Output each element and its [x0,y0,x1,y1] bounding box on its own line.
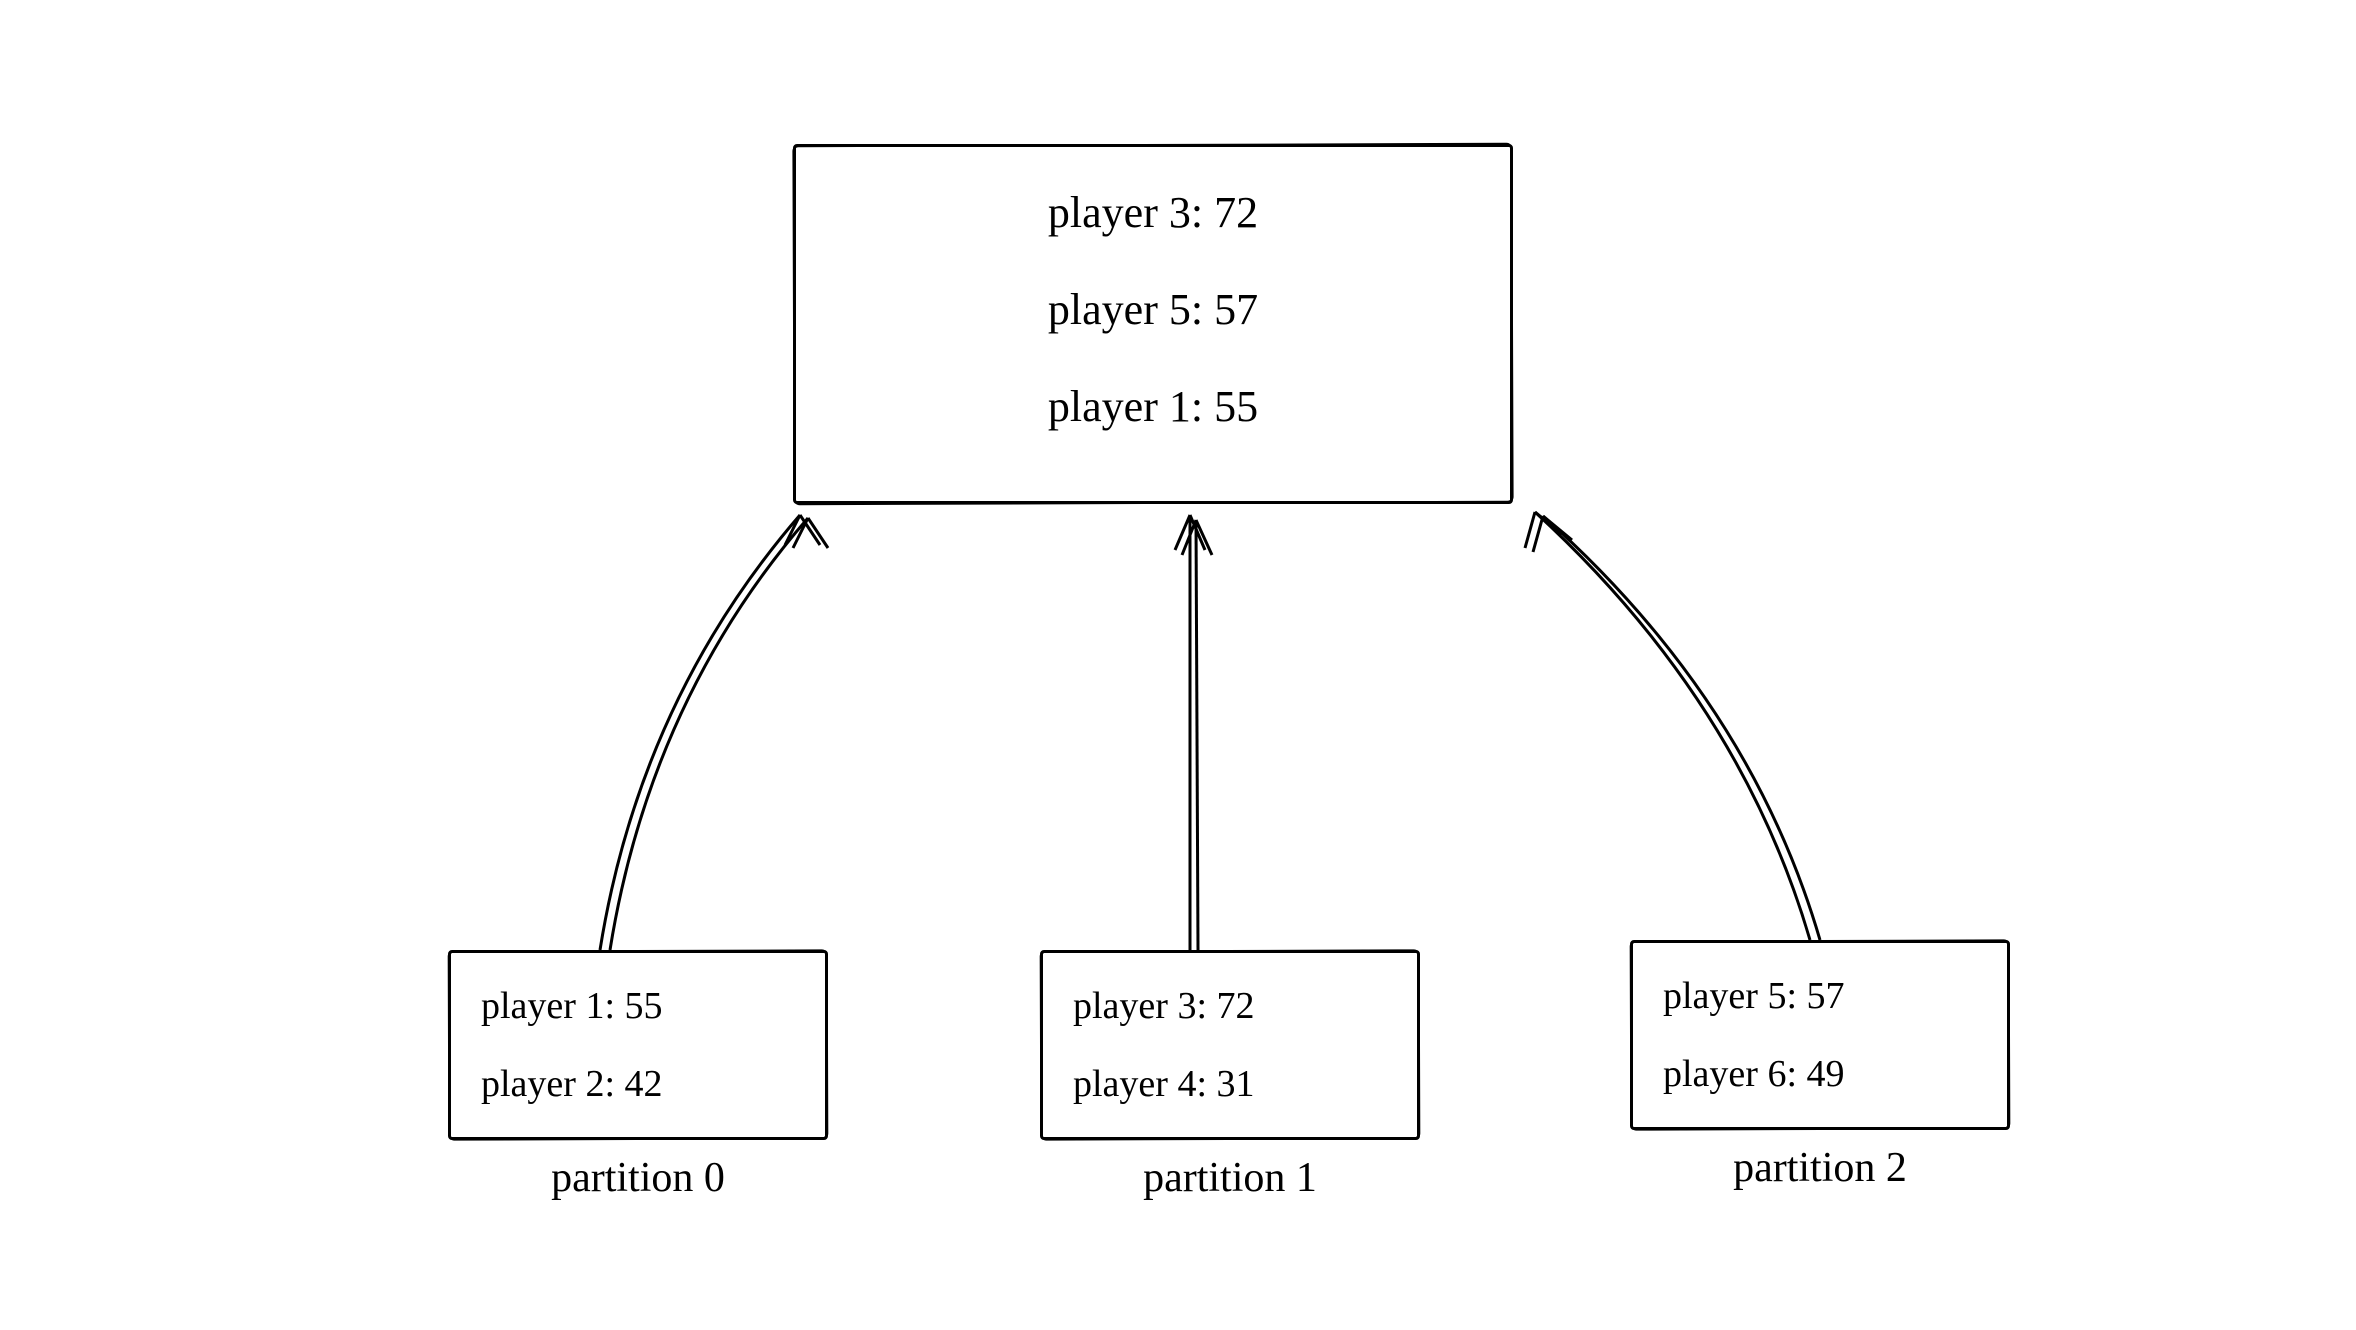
partition-2-box: player 5: 57 player 6: 49 [1630,940,2010,1130]
aggregate-row: player 5: 57 [1048,284,1258,335]
partition-0-label: partition 0 [448,1154,828,1202]
arrow-p0-head [793,518,828,548]
partition-row: player 4: 31 [1073,1062,1387,1106]
arrow-p1-head [1175,515,1205,550]
aggregate-row: player 3: 72 [1048,187,1258,238]
partition-0-box: player 1: 55 player 2: 42 [448,950,828,1140]
partition-row: player 6: 49 [1663,1052,1977,1096]
aggregate-box: player 3: 72 player 5: 57 player 1: 55 [793,144,1513,504]
partition-row: player 2: 42 [481,1062,795,1106]
partition-row: player 5: 57 [1663,974,1977,1018]
arrow-p1-head [1182,520,1212,555]
partition-row: player 1: 55 [481,984,795,1028]
partition-1-box: player 3: 72 player 4: 31 [1040,950,1420,1140]
arrow-p2-head [1533,516,1572,552]
arrow-p0-head [785,515,820,545]
arrow-p2 [1535,512,1810,940]
diagram-canvas: player 3: 72 player 5: 57 player 1: 55 p… [0,0,2356,1330]
partition-row: player 3: 72 [1073,984,1387,1028]
arrow-p2-head [1525,512,1562,548]
partition-2-label: partition 2 [1630,1144,2010,1192]
arrow-p2 [1543,516,1820,940]
arrow-p1 [1196,520,1198,950]
arrow-p0 [600,515,800,950]
arrow-p0 [610,518,808,950]
aggregate-row: player 1: 55 [1048,381,1258,432]
partition-1-label: partition 1 [1040,1154,1420,1202]
